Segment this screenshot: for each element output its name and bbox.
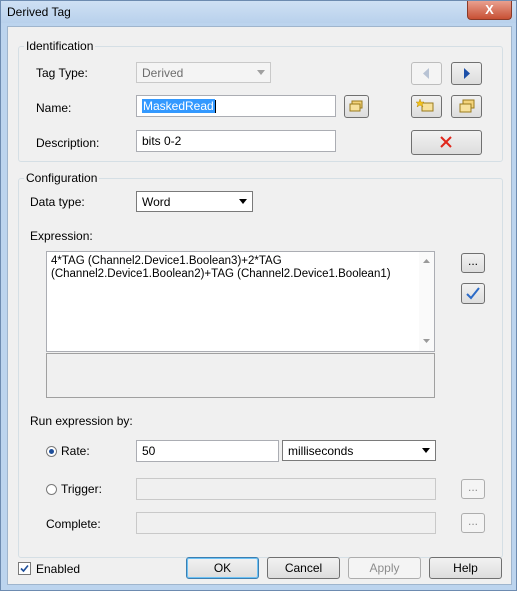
- expression-label: Expression:: [30, 229, 93, 243]
- rate-unit-select[interactable]: milliseconds: [282, 440, 436, 461]
- checkmark-icon: [466, 287, 480, 300]
- checkmark-icon: [20, 564, 29, 573]
- name-label: Name:: [36, 101, 72, 115]
- arrow-right-icon: [464, 68, 470, 79]
- scroll-up-icon: [423, 259, 430, 263]
- cancel-button[interactable]: Cancel: [267, 557, 340, 579]
- rate-value: 50: [142, 444, 156, 458]
- chevron-down-icon: [239, 199, 247, 204]
- radio-selected-dot: [49, 449, 54, 454]
- scroll-down-icon: [423, 339, 430, 343]
- complete-input[interactable]: [136, 512, 436, 534]
- expression-text: 4*TAG (Channel2.Device1.Boolean3)+2*TAG …: [51, 255, 391, 280]
- trigger-input[interactable]: [136, 478, 436, 500]
- delete-x-icon: [440, 136, 452, 148]
- enabled-label: Enabled: [36, 562, 81, 576]
- expression-status-area: [46, 353, 435, 398]
- duplicate-tag-button[interactable]: [451, 95, 482, 118]
- description-input[interactable]: bits 0-2: [136, 130, 336, 152]
- data-type-select[interactable]: Word: [136, 191, 253, 212]
- enabled-checkbox[interactable]: [18, 562, 31, 575]
- identification-group-title: Identification: [24, 39, 96, 53]
- arrow-left-icon: [423, 68, 429, 79]
- validate-expression-button[interactable]: [461, 283, 485, 304]
- tag-type-select[interactable]: Derived: [136, 62, 271, 83]
- name-value: MaskedRead: [142, 99, 215, 113]
- text-cursor: [214, 100, 216, 114]
- expression-scrollbar[interactable]: [419, 252, 434, 351]
- run-expression-by-label: Run expression by:: [30, 414, 133, 428]
- next-tag-button[interactable]: [451, 62, 482, 85]
- complete-label: Complete:: [46, 517, 101, 531]
- close-button[interactable]: X: [467, 1, 512, 20]
- trigger-browse-button[interactable]: ...: [461, 479, 485, 499]
- complete-browse-button[interactable]: ...: [461, 513, 485, 533]
- description-value: bits 0-2: [142, 134, 182, 148]
- configuration-group-title: Configuration: [24, 171, 100, 185]
- data-type-label: Data type:: [30, 195, 85, 209]
- new-tag-button[interactable]: [411, 95, 442, 118]
- browse-tag-button[interactable]: [344, 95, 369, 118]
- data-type-value: Word: [142, 195, 171, 209]
- trigger-label: Trigger:: [61, 482, 102, 496]
- name-input[interactable]: MaskedRead: [136, 95, 336, 117]
- trigger-radio[interactable]: [46, 484, 57, 495]
- duplicate-tag-icon: [459, 99, 475, 113]
- description-label: Description:: [36, 136, 100, 150]
- rate-label: Rate:: [61, 444, 90, 458]
- dialog-client-area: Identification Tag Type: Derived Name: M…: [7, 26, 512, 585]
- tag-type-label: Tag Type:: [36, 66, 88, 80]
- chevron-down-icon: [422, 448, 430, 453]
- title-bar[interactable]: Derived Tag X: [1, 1, 516, 23]
- rate-radio[interactable]: [46, 446, 57, 457]
- derived-tag-window: Derived Tag X Identification Tag Type: D…: [0, 0, 517, 591]
- tag-type-value: Derived: [142, 66, 184, 80]
- chevron-down-icon: [257, 70, 265, 75]
- apply-button[interactable]: Apply: [348, 557, 421, 579]
- help-button[interactable]: Help: [429, 557, 502, 579]
- window-title: Derived Tag: [7, 5, 71, 19]
- expression-textarea[interactable]: 4*TAG (Channel2.Device1.Boolean3)+2*TAG …: [46, 251, 435, 352]
- expression-browse-button[interactable]: ...: [461, 253, 485, 273]
- previous-tag-button[interactable]: [411, 62, 442, 85]
- ok-button[interactable]: OK: [186, 557, 259, 579]
- rate-unit-value: milliseconds: [288, 444, 354, 458]
- tag-browse-icon: [349, 100, 363, 112]
- rate-input[interactable]: 50: [136, 440, 279, 462]
- delete-tag-button[interactable]: [411, 130, 482, 155]
- new-tag-icon: [415, 98, 434, 112]
